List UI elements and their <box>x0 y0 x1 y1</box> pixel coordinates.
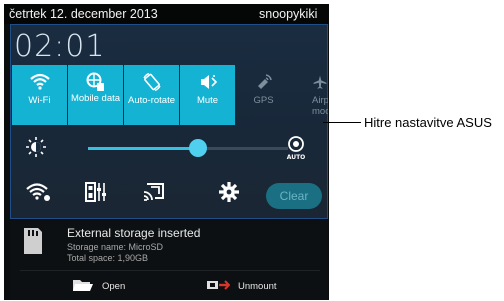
brightness-slider-thumb[interactable] <box>189 139 207 157</box>
wifi-settings-icon[interactable] <box>26 181 52 208</box>
device-screen: četrtek 12. december 2013 snoopykiki 02:… <box>4 4 329 300</box>
tile-mobile-data[interactable]: Mobile data <box>68 65 123 125</box>
audio-wizard-icon[interactable] <box>84 181 108 208</box>
open-button[interactable]: Open <box>72 278 125 294</box>
tile-airplane[interactable]: Airplane mode <box>292 65 328 125</box>
unmount-icon <box>206 279 231 294</box>
status-bar: četrtek 12. december 2013 snoopykiki <box>4 4 329 24</box>
wifi-icon <box>12 72 67 92</box>
gps-icon <box>236 72 291 92</box>
callout-line <box>323 122 361 123</box>
folder-icon <box>72 278 94 295</box>
clear-button[interactable]: Clear <box>266 183 322 209</box>
unmount-label: Unmount <box>238 280 277 292</box>
sd-card-icon <box>22 226 44 261</box>
auto-label: AUTO <box>287 154 306 161</box>
settings-gear-icon[interactable] <box>218 181 240 208</box>
open-label: Open <box>102 280 126 292</box>
auto-brightness-icon[interactable]: AUTO <box>284 135 308 166</box>
tile-label: Mobile data <box>70 93 121 104</box>
tile-auto-rotate[interactable]: Auto-rotate <box>124 65 179 125</box>
airplane-icon <box>312 72 328 92</box>
notification-total-space: Total space: 1,90GB <box>67 253 149 263</box>
tile-label: Mute <box>196 95 219 106</box>
mute-icon <box>180 72 235 92</box>
tile-gps[interactable]: GPS <box>236 65 291 125</box>
brightness-slider[interactable] <box>88 139 288 157</box>
tile-wifi[interactable]: Wi-Fi <box>12 65 67 125</box>
screen-cast-icon[interactable] <box>142 181 166 208</box>
clock: 02:01 <box>14 29 106 64</box>
auto-rotate-icon <box>124 72 179 92</box>
divider <box>20 270 320 271</box>
tile-label: Wi-Fi <box>28 95 51 106</box>
callout-label: Hitre nastavitve ASUS <box>364 115 492 130</box>
notification-storage-name: Storage name: MicroSD <box>67 242 164 252</box>
notification-title: External storage inserted <box>67 226 201 240</box>
mobile-data-icon <box>68 72 123 92</box>
status-date: četrtek 12. december 2013 <box>9 7 158 21</box>
tile-label: Airplane mode <box>312 95 328 117</box>
brightness-icon <box>26 137 46 162</box>
brightness-slider-fill <box>88 147 198 150</box>
brightness-row: AUTO <box>12 127 328 169</box>
tile-mute[interactable]: Mute <box>180 65 235 125</box>
tile-label: Auto-rotate <box>128 95 175 106</box>
status-username: snoopykiki <box>259 7 318 21</box>
notification-storage[interactable]: External storage inserted Storage name: … <box>10 220 328 300</box>
quick-settings-bottom-row: Clear <box>12 171 328 215</box>
tile-label: GPS <box>253 95 274 106</box>
unmount-button[interactable]: Unmount <box>206 278 277 294</box>
quick-settings-row: Wi-Fi Mobile data Auto-rotate Mute GPS A… <box>12 65 328 125</box>
quick-settings-panel: 02:01 Wi-Fi Mobile data Auto-rotate Mute… <box>10 24 328 219</box>
